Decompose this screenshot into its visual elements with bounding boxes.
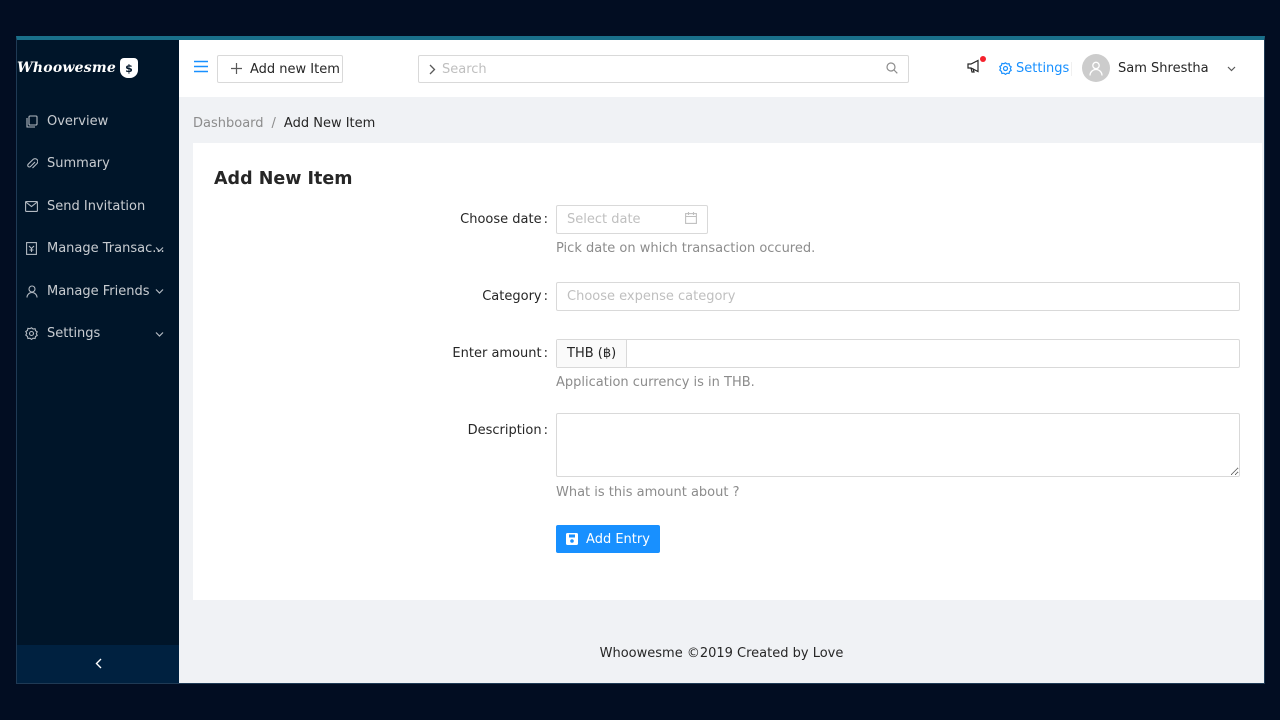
sidebar: Whoowesme $ Overview Summary Send Invita… bbox=[17, 40, 179, 683]
chevron-down-icon bbox=[1227, 61, 1236, 76]
breadcrumb-dashboard[interactable]: Dashboard bbox=[193, 116, 264, 131]
currency-addon: THB (฿) bbox=[557, 340, 628, 367]
megaphone-icon[interactable] bbox=[967, 56, 986, 76]
user-menu[interactable]: Sam Shrestha bbox=[1082, 54, 1236, 82]
amount-help: Application currency is in THB. bbox=[556, 375, 755, 390]
page-title: Add New Item bbox=[214, 169, 353, 189]
sidebar-item-label: Manage Friends bbox=[47, 283, 150, 299]
sidebar-item-label: Settings bbox=[47, 326, 101, 342]
sidebar-item-settings[interactable]: Settings bbox=[17, 313, 179, 356]
search-box[interactable] bbox=[418, 55, 909, 83]
chevron-down-icon bbox=[155, 241, 164, 256]
sidebar-item-label: Overview bbox=[47, 113, 109, 129]
save-icon bbox=[566, 533, 579, 545]
add-new-item-button[interactable]: Add new Item bbox=[217, 55, 343, 83]
sidebar-item-overview[interactable]: Overview bbox=[17, 100, 179, 143]
description-label: Description bbox=[348, 423, 548, 438]
description-help: What is this amount about ? bbox=[556, 485, 740, 500]
category-label: Category bbox=[348, 289, 548, 304]
description-textarea[interactable] bbox=[557, 414, 1239, 476]
breadcrumb-current: Add New Item bbox=[283, 116, 376, 131]
transaction-icon bbox=[25, 242, 38, 256]
sidebar-item-send-invitation[interactable]: Send Invitation bbox=[17, 185, 179, 228]
copy-icon bbox=[25, 115, 38, 128]
date-help: Pick date on which transaction occured. bbox=[556, 241, 816, 256]
chevron-left-icon bbox=[95, 656, 102, 672]
breadcrumb-separator: / bbox=[271, 116, 276, 131]
header-divider bbox=[1071, 62, 1072, 76]
avatar bbox=[1082, 54, 1110, 82]
category-input[interactable] bbox=[557, 283, 1239, 310]
add-new-item-label: Add new Item bbox=[250, 61, 340, 77]
sidebar-item-manage-transactions[interactable]: Manage Transac... bbox=[17, 228, 179, 271]
sidebar-item-label: Send Invitation bbox=[47, 198, 146, 214]
money-bag-icon: $ bbox=[119, 58, 138, 78]
calendar-icon bbox=[685, 211, 697, 228]
chevron-down-icon bbox=[155, 326, 164, 341]
main-area: Add new Item Settings bbox=[179, 40, 1264, 683]
gear-icon bbox=[25, 327, 38, 341]
add-entry-label: Add Entry bbox=[586, 531, 650, 547]
date-picker[interactable] bbox=[556, 205, 708, 234]
logo-text: Whoowesme bbox=[17, 60, 116, 76]
sidebar-item-label: Manage Transac... bbox=[47, 241, 165, 257]
mail-icon bbox=[25, 200, 38, 213]
sidebar-menu: Overview Summary Send Invitation Manage … bbox=[17, 100, 179, 355]
app-window: Whoowesme $ Overview Summary Send Invita… bbox=[16, 36, 1265, 684]
amount-label: Enter amount bbox=[348, 346, 548, 361]
amount-input-group[interactable]: THB (฿) bbox=[556, 339, 1240, 368]
sidebar-collapse-button[interactable] bbox=[17, 645, 179, 683]
sidebar-item-summary[interactable]: Summary bbox=[17, 143, 179, 186]
date-input[interactable] bbox=[557, 206, 685, 233]
settings-link[interactable]: Settings bbox=[999, 61, 1069, 76]
footer: Whoowesme ©2019 Created by Love bbox=[599, 646, 844, 661]
amount-input[interactable] bbox=[627, 340, 1239, 367]
settings-label: Settings bbox=[1016, 61, 1070, 76]
plus-icon bbox=[231, 61, 242, 77]
paperclip-icon bbox=[25, 157, 38, 170]
description-field[interactable] bbox=[556, 413, 1240, 477]
gear-icon bbox=[999, 62, 1012, 75]
notification-dot bbox=[980, 56, 986, 62]
user-name: Sam Shrestha bbox=[1118, 60, 1209, 76]
date-label: Choose date bbox=[348, 212, 548, 227]
search-icon[interactable] bbox=[886, 61, 898, 77]
user-icon bbox=[25, 285, 38, 298]
hamburger-icon[interactable] bbox=[194, 60, 208, 76]
chevron-right-icon bbox=[429, 64, 436, 75]
sidebar-item-manage-friends[interactable]: Manage Friends bbox=[17, 270, 179, 313]
breadcrumb: Dashboard / Add New Item bbox=[193, 116, 375, 131]
add-entry-button[interactable]: Add Entry bbox=[556, 525, 660, 553]
chevron-down-icon bbox=[155, 284, 164, 299]
sidebar-item-label: Summary bbox=[47, 156, 110, 172]
form-card: Add New Item Choose date Pick date on wh… bbox=[193, 143, 1262, 600]
logo[interactable]: Whoowesme $ bbox=[17, 54, 138, 82]
search-input[interactable] bbox=[442, 61, 886, 77]
category-select[interactable] bbox=[556, 282, 1240, 311]
top-header: Add new Item Settings bbox=[179, 40, 1264, 97]
